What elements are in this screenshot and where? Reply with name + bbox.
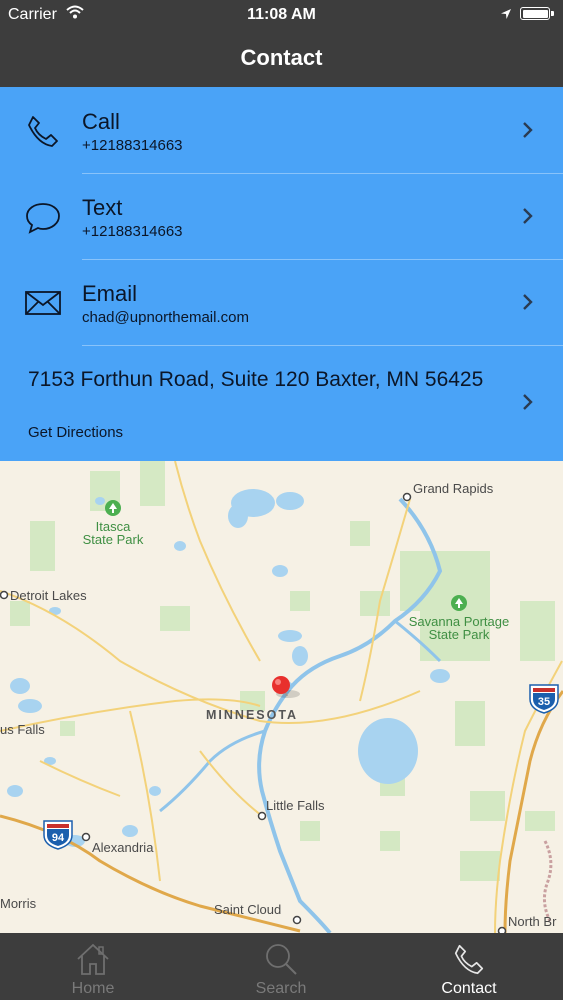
- svg-text:35: 35: [538, 696, 550, 708]
- email-label: Email: [82, 281, 138, 306]
- svg-text:us Falls: us Falls: [0, 722, 45, 737]
- svg-text:Alexandria: Alexandria: [92, 840, 154, 855]
- tab-contact-label: Contact: [441, 980, 497, 997]
- svg-text:Little Falls: Little Falls: [266, 798, 325, 813]
- tab-search-label: Search: [255, 980, 307, 997]
- tab-home-label: Home: [71, 980, 115, 997]
- interstate-94-shield: 94: [43, 820, 73, 850]
- phone-icon: [454, 944, 484, 975]
- text-label: Text: [82, 195, 123, 220]
- svg-text:Saint Cloud: Saint Cloud: [214, 902, 281, 917]
- text-number: +12188314663: [82, 223, 183, 240]
- svg-text:State Park: State Park: [429, 627, 490, 642]
- call-row[interactable]: Call +12188314663: [0, 87, 563, 173]
- chevron-right-icon: [522, 207, 534, 230]
- phone-icon: [24, 112, 62, 155]
- svg-text:State Park: State Park: [83, 532, 144, 547]
- status-bar: Carrier 11:08 AM: [0, 0, 563, 30]
- svg-text:North Br: North Br: [508, 914, 557, 929]
- tab-bar: Home Search Contact: [0, 933, 563, 1000]
- battery-icon: [520, 7, 554, 20]
- svg-text:Grand Rapids: Grand Rapids: [413, 481, 494, 496]
- status-time: 11:08 AM: [247, 6, 316, 23]
- tab-search[interactable]: Search: [211, 933, 351, 1000]
- svg-text:Detroit Lakes: Detroit Lakes: [10, 588, 87, 603]
- page-title: Contact: [240, 45, 323, 70]
- chevron-right-icon: [522, 121, 534, 144]
- map-canvas: 35 94 Grand Rapids Itasca State Park Det…: [0, 461, 563, 933]
- tab-home[interactable]: Home: [23, 933, 163, 1000]
- tab-contact[interactable]: Contact: [399, 933, 539, 1000]
- interstate-35-shield: 35: [529, 684, 559, 714]
- navigation-bar: Contact: [0, 30, 563, 87]
- map-view[interactable]: 35 94 Grand Rapids Itasca State Park Det…: [0, 461, 563, 933]
- email-row[interactable]: Email chad@upnorthemail.com: [0, 260, 563, 345]
- text-row[interactable]: Text +12188314663: [0, 174, 563, 259]
- svg-text:MINNESOTA: MINNESOTA: [206, 708, 298, 722]
- email-address: chad@upnorthemail.com: [82, 309, 249, 326]
- search-icon: [266, 944, 297, 975]
- chevron-right-icon: [522, 293, 534, 316]
- address-row[interactable]: [0, 346, 563, 461]
- address-text: 7153 Forthun Road, Suite 120 Baxter, MN …: [28, 368, 484, 391]
- chat-bubble-icon: [24, 199, 62, 242]
- svg-text:94: 94: [52, 832, 65, 844]
- svg-text:Morris: Morris: [0, 896, 37, 911]
- home-icon: [77, 943, 109, 975]
- chevron-right-icon: [522, 393, 534, 416]
- contact-list: Call +12188314663 Text +12188314663 Emai…: [0, 87, 563, 461]
- call-label: Call: [82, 109, 120, 134]
- location-arrow-icon: [500, 7, 512, 25]
- get-directions-link[interactable]: Get Directions: [28, 424, 123, 441]
- envelope-icon: [24, 288, 62, 323]
- call-number: +12188314663: [82, 137, 183, 154]
